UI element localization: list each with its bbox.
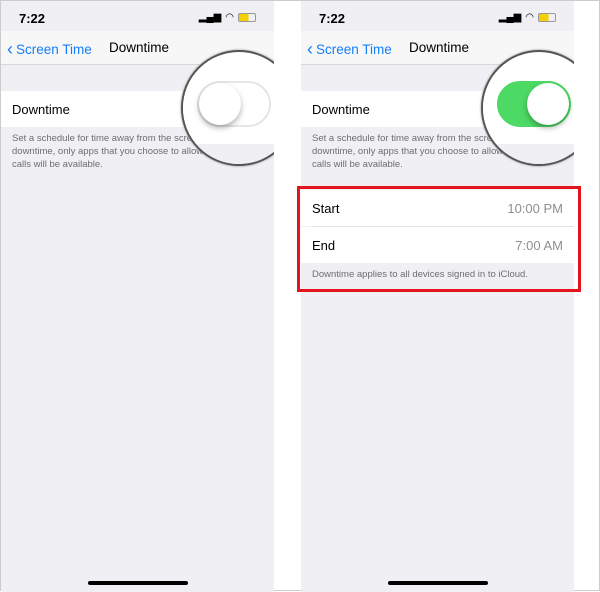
back-button[interactable]: ‹ Screen Time — [7, 39, 92, 60]
back-label: Screen Time — [316, 42, 392, 57]
back-button[interactable]: ‹ Screen Time — [307, 39, 392, 60]
page-title: Downtime — [109, 40, 170, 55]
highlight-box — [297, 186, 581, 292]
page-title: Downtime — [409, 40, 470, 55]
magnifier — [481, 50, 574, 166]
battery-icon — [238, 13, 256, 22]
wifi-icon: ◠ — [525, 12, 534, 23]
home-indicator — [88, 581, 188, 585]
status-time: 7:22 — [319, 11, 346, 26]
row-label: Downtime — [12, 101, 70, 117]
status-icons: ▂▄▆ ◠ — [199, 12, 256, 23]
status-bar: 7:22 ▂▄▆ ◠ — [301, 1, 574, 31]
battery-icon — [538, 13, 556, 22]
status-time: 7:22 — [19, 11, 46, 26]
chevron-left-icon: ‹ — [7, 39, 13, 59]
downtime-toggle[interactable] — [197, 81, 271, 127]
chevron-left-icon: ‹ — [307, 39, 313, 59]
phone-screen-off: 7:22 ▂▄▆ ◠ ‹ Screen Time Downtime Downtime… — [1, 1, 274, 592]
wifi-icon: ◠ — [225, 12, 234, 23]
signal-icon: ▂▄▆ — [498, 12, 522, 23]
back-label: Screen Time — [16, 42, 92, 57]
status-bar: 7:22 ▂▄▆ ◠ — [1, 1, 274, 31]
downtime-toggle[interactable] — [497, 81, 571, 127]
row-label: Downtime — [312, 101, 370, 117]
phone-screen-on: 7:22 ▂▄▆ ◠ ‹ Screen Time Downtime Downtime… — [301, 1, 574, 592]
signal-icon: ▂▄▆ — [198, 12, 222, 23]
magnifier — [181, 50, 274, 166]
status-icons: ▂▄▆ ◠ — [499, 12, 556, 23]
home-indicator — [388, 581, 488, 585]
